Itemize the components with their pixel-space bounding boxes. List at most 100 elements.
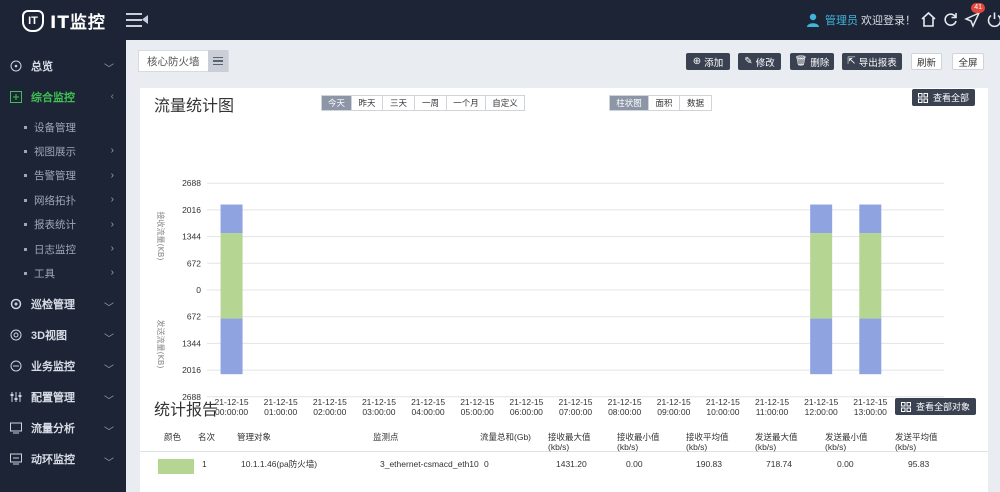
chevron-down-icon: ﹀ (104, 302, 114, 314)
sidebar-item-overview[interactable]: 总览 ﹀ (0, 50, 126, 81)
sidebar-item-inspection[interactable]: 巡检管理 ﹀ (0, 289, 126, 320)
cell-tx-min: 0.00 (837, 459, 854, 469)
view-all-button[interactable]: 查看全部 (912, 89, 976, 106)
x-tick-label: 12:00:00 (805, 407, 838, 417)
sidebar-item-config[interactable]: 配置管理 ﹀ (0, 382, 126, 413)
sidebar-item-label: 业务监控 (31, 361, 75, 374)
refresh-icon[interactable] (942, 11, 959, 28)
bar-receive (810, 233, 833, 290)
x-tick-label: 07:00:00 (559, 407, 592, 417)
cell-rx-max: 1431.20 (556, 459, 587, 469)
menu-toggle-icon[interactable] (126, 11, 148, 29)
chevron-down-icon: ﹀ (104, 457, 114, 469)
sidebar-subitem-alarm[interactable]: 告警管理 › (0, 164, 126, 188)
sidebar-item-label: 流量分析 (31, 423, 75, 436)
chevron-down-icon: ﹀ (104, 426, 114, 438)
sliders-icon (10, 392, 22, 403)
notification-icon[interactable]: 41 (964, 3, 985, 28)
inspection-icon (10, 298, 22, 310)
x-tick-label: 02:00:00 (313, 407, 346, 417)
sidebar: 总览 ﹀ 综合监控 ‹ 设备管理 视图展示 › 告警管理 › 网络拓扑 › 报表统计 ›… (0, 40, 126, 492)
sidebar-subitem-view-display[interactable]: 视图展示 › (0, 139, 126, 163)
bar-send (810, 290, 833, 319)
device-list-icon[interactable] (208, 50, 228, 72)
table-row[interactable]: 1 10.1.1.46(pa防火墙) 3_ethernet-csmacd_eth… (140, 452, 988, 480)
column-header: 监测点 (373, 432, 399, 442)
column-header: 发送最大值 (kb/s) (755, 432, 798, 452)
chevron-left-icon: ‹ (110, 91, 114, 102)
sidebar-item-label: 巡检管理 (31, 299, 75, 312)
sidebar-subitem-topology[interactable]: 网络拓扑 › (0, 188, 126, 212)
range-yesterday[interactable]: 昨天 (352, 96, 383, 110)
cell-rx-avg: 190.83 (696, 459, 722, 469)
sidebar-subitem-tools[interactable]: 工具 › (0, 261, 126, 285)
report-table: 颜色 名次 管理对象 监测点 流量总和(Gb) 接收最大值 (kb/s) 接收最… (140, 428, 988, 480)
cell-rank: 1 (202, 459, 207, 469)
sidebar-subitem-device-management[interactable]: 设备管理 (0, 115, 126, 139)
view-area[interactable]: 面积 (649, 96, 680, 110)
x-tick-label: 21-12-15 (264, 397, 298, 407)
notification-badge: 41 (971, 3, 985, 13)
fullscreen-button[interactable]: 全屏 (952, 53, 984, 70)
x-tick-label: 03:00:00 (362, 407, 395, 417)
x-tick-label: 21-12-15 (313, 397, 347, 407)
view-bar[interactable]: 柱状图 (610, 96, 649, 110)
range-today[interactable]: 今天 (322, 96, 352, 110)
view-all-objects-button[interactable]: 查看全部对象 (895, 398, 977, 415)
main-content: 核心防火墙 ⊕ 添加 ✎ 修改 🗑 删除 ⇱ 导出报表 刷新 全屏 流量统计图 今天 昨… (126, 40, 1000, 492)
x-tick-label: 06:00:00 (510, 407, 543, 417)
view-data[interactable]: 数据 (680, 96, 711, 110)
export-report-button[interactable]: ⇱ 导出报表 (842, 53, 902, 70)
y-axis-title-send: 发送流量(KB) (156, 320, 166, 369)
sidebar-item-monitoring[interactable]: 综合监控 ‹ (0, 81, 126, 112)
x-tick-label: 21-12-15 (706, 397, 740, 407)
y-tick-label: 672 (187, 312, 201, 322)
user-icon (807, 13, 819, 27)
traffic-chart: 2688201613446720672134420162688接收流量(KB)发… (156, 178, 944, 417)
bar-receive (859, 233, 882, 290)
chevron-right-icon: › (110, 218, 114, 230)
logo-mark: IT (22, 9, 44, 32)
welcome-text: 欢迎登录！ (861, 15, 916, 27)
y-tick-label: 672 (187, 258, 201, 268)
sidebar-item-business[interactable]: 业务监控 ﹀ (0, 351, 126, 382)
x-tick-label: 13:00:00 (854, 407, 887, 417)
range-custom[interactable]: 自定义 (486, 96, 524, 110)
range-three-days[interactable]: 三天 (383, 96, 415, 110)
column-header: 发送平均值 (kb/s) (895, 432, 938, 452)
bar-send (859, 290, 882, 319)
bar-receive (859, 204, 882, 234)
x-tick-label: 21-12-15 (362, 397, 396, 407)
chevron-right-icon: › (110, 145, 114, 157)
toolbar: 核心防火墙 ⊕ 添加 ✎ 修改 🗑 删除 ⇱ 导出报表 刷新 全屏 (126, 40, 1000, 82)
add-button[interactable]: ⊕ 添加 (686, 53, 730, 70)
edit-button[interactable]: ✎ 修改 (738, 53, 781, 70)
sidebar-item-traffic[interactable]: 流量分析 ﹀ (0, 413, 126, 444)
view-all-objects-label: 查看全部对象 (916, 402, 971, 412)
sidebar-subitem-reports[interactable]: 报表统计 › (0, 213, 126, 237)
sidebar-item-environment[interactable]: 动环监控 ﹀ (0, 444, 126, 475)
sidebar-subitem-logs[interactable]: 日志监控 › (0, 237, 126, 261)
report-title: 统计报告 (154, 402, 219, 419)
x-tick-label: 21-12-15 (509, 397, 543, 407)
table-header: 颜色 名次 管理对象 监测点 流量总和(Gb) 接收最大值 (kb/s) 接收最… (140, 428, 988, 452)
range-month[interactable]: 一个月 (447, 96, 486, 110)
chevron-right-icon: › (110, 242, 114, 254)
sidebar-item-3d-view[interactable]: 3D视图 ﹀ (0, 320, 126, 351)
range-week[interactable]: 一周 (415, 96, 447, 110)
refresh-button[interactable]: 刷新 (911, 53, 942, 70)
chevron-right-icon: › (110, 267, 114, 279)
power-icon[interactable] (986, 11, 1000, 28)
app-logo[interactable]: IT IT监控 (22, 8, 106, 33)
delete-button[interactable]: 🗑 删除 (790, 53, 834, 70)
bar-send (859, 318, 882, 375)
user-name[interactable]: 管理员 (825, 12, 858, 28)
bar-receive (810, 204, 833, 234)
y-tick-label: 2016 (182, 205, 201, 215)
edit-icon: ✎ (744, 56, 753, 67)
monitor-icon (10, 90, 22, 103)
y-tick-label: 0 (196, 285, 201, 295)
trash-icon: 🗑 (794, 56, 808, 67)
home-icon[interactable] (920, 11, 937, 28)
x-tick-label: 21-12-15 (215, 397, 249, 407)
